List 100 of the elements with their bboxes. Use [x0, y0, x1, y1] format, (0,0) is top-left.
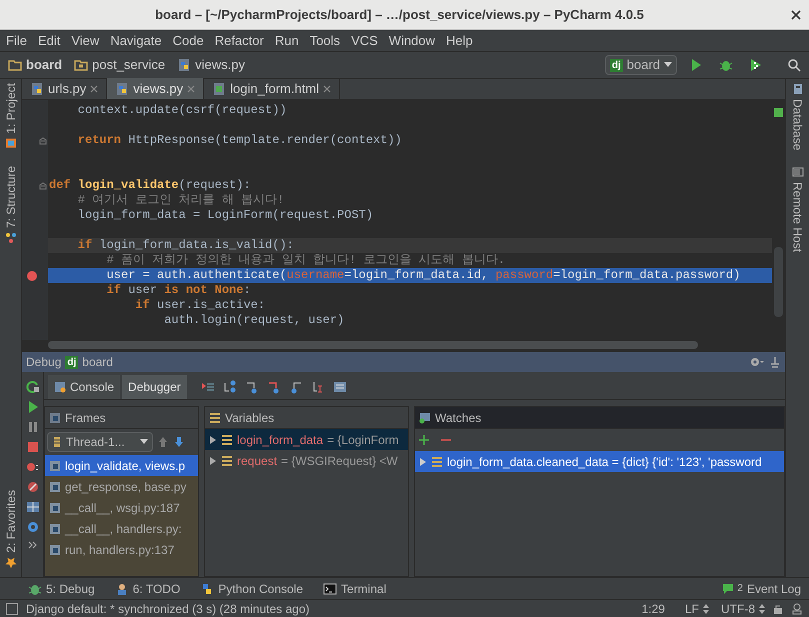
variable-row[interactable]: request = {WSGIRequest} <W	[205, 450, 408, 471]
down-arrow-icon[interactable]	[173, 436, 185, 448]
status-message: Django default: * synchronized (3 s) (28 minutes ago)	[26, 600, 310, 617]
inspector-icon[interactable]	[791, 602, 803, 614]
frame-item[interactable]: run, handlers.py:137	[45, 539, 198, 560]
run-configuration-dropdown[interactable]: dj board	[604, 55, 677, 75]
chevron-icon[interactable]	[28, 540, 38, 550]
frame-item[interactable]: login_validate, views.p	[45, 455, 198, 476]
tool-window-button[interactable]: Python Console	[200, 580, 304, 598]
menu-item[interactable]: View	[71, 30, 100, 50]
tool-window-button[interactable]: Database	[784, 83, 809, 150]
python-file-icon	[177, 58, 192, 72]
add-icon[interactable]	[419, 435, 429, 445]
tool-window-button[interactable]: 7: Structure	[0, 166, 24, 244]
mute-breakpoints-icon[interactable]	[26, 480, 40, 494]
gear-icon[interactable]	[749, 356, 765, 368]
caret-position[interactable]: 1:29	[642, 600, 665, 617]
expand-arrow-icon[interactable]	[209, 434, 217, 444]
frame-item[interactable]: __call__, wsgi.py:187	[45, 497, 198, 518]
menu-item[interactable]: Refactor	[214, 30, 264, 50]
layout-icon[interactable]	[26, 500, 40, 514]
event-log-button[interactable]: 2 Event Log	[723, 580, 801, 598]
menu-item[interactable]: File	[6, 30, 27, 50]
run-icon[interactable]	[689, 58, 703, 72]
breadcrumb[interactable]: views.py	[177, 55, 253, 75]
thread-dropdown[interactable]: Thread-1...	[47, 432, 153, 452]
tool-window-button[interactable]: 2: Favorites	[0, 490, 24, 569]
menu-item[interactable]: Code	[172, 30, 204, 50]
frame-item[interactable]: get_response, base.py	[45, 476, 198, 497]
window-title: board – [~/PycharmProjects/board] – …/post_service/views.py – PyCharm 4.0.5	[154, 6, 645, 24]
step-out-icon[interactable]	[288, 380, 303, 394]
code-line: # 여기서 로그인 처리를 해 봅시다!	[76, 193, 284, 208]
close-icon[interactable]	[791, 10, 801, 20]
tool-window-button[interactable]: Terminal	[323, 580, 386, 598]
variable-row[interactable]: login_form_data = {LoginForm	[205, 429, 408, 450]
breadcrumb[interactable]: board	[8, 55, 70, 75]
code-line: user = auth.authenticate(username=login_form_data.id, password=login_form_data.password)	[106, 268, 740, 283]
tool-window-button[interactable]: 1: Project	[0, 83, 24, 150]
menu-item[interactable]: Edit	[38, 30, 60, 50]
expand-arrow-icon[interactable]	[419, 456, 427, 466]
gear-icon[interactable]	[26, 520, 40, 534]
panel-toggle-icon[interactable]	[6, 602, 18, 614]
structure-icon	[4, 232, 16, 244]
code-line: # 폼이 저희가 정의한 내용과 일치 합니다! 로그인을 시도해 봅니다.	[106, 253, 506, 268]
menu-item[interactable]: Run	[274, 30, 299, 50]
bug-icon[interactable]	[719, 58, 733, 72]
force-step-into-icon[interactable]	[266, 380, 281, 394]
menu-item[interactable]: VCS	[351, 30, 378, 50]
configuration-name: board	[82, 354, 113, 371]
html-file-icon	[212, 82, 226, 96]
code-line: auth.login(request, user)	[163, 313, 344, 328]
pin-icon[interactable]	[769, 356, 781, 368]
menu-item[interactable]: Navigate	[110, 30, 162, 50]
step-into-icon[interactable]	[244, 380, 259, 394]
menu-item[interactable]: Help	[446, 30, 473, 50]
fold-icon[interactable]	[39, 136, 47, 144]
up-arrow-icon[interactable]	[157, 436, 169, 448]
console-icon	[54, 381, 66, 393]
folder-icon	[8, 58, 22, 72]
menu-item[interactable]: Window	[388, 30, 436, 50]
django-badge: dj	[610, 58, 623, 72]
package-icon	[74, 58, 88, 72]
debug-tab[interactable]: Debugger	[122, 375, 187, 399]
menu-item[interactable]: Tools	[310, 30, 340, 50]
evaluate-icon[interactable]	[332, 380, 347, 394]
search-icon[interactable]	[787, 58, 801, 72]
terminal-icon	[323, 582, 338, 596]
fold-icon[interactable]	[39, 182, 47, 190]
run-to-cursor-icon[interactable]	[310, 380, 325, 394]
debug-tab[interactable]: Console	[48, 375, 120, 399]
tool-window-button[interactable]: 5: Debug	[28, 580, 95, 598]
tool-window-button[interactable]: 6: TODO	[114, 580, 180, 598]
panel-title: Watches	[435, 410, 482, 426]
breakpoint-icon[interactable]	[26, 270, 38, 282]
frame-icon	[49, 480, 61, 492]
code-line: def login_validate(request):	[48, 178, 251, 193]
watch-row[interactable]: login_form_data.cleaned_data = {dict} {'id': '123', 'password	[415, 451, 784, 472]
code-line: if login_form_data.is_valid():	[76, 238, 294, 253]
tool-window-button[interactable]: Remote Host	[784, 166, 809, 252]
thread-icon	[52, 436, 62, 448]
panel-title: Variables	[225, 410, 274, 426]
expand-arrow-icon[interactable]	[209, 456, 217, 466]
vertical-scrollbar-thumb	[774, 247, 783, 317]
panel-title: Debug	[26, 354, 62, 371]
frame-item[interactable]: __call__, handlers.py:	[45, 518, 198, 539]
line-separator[interactable]: LF	[672, 600, 709, 617]
breadcrumb[interactable]: post_service	[74, 55, 174, 75]
watches-icon	[419, 412, 431, 424]
step-over-icon[interactable]	[222, 380, 237, 394]
frame-icon	[49, 502, 61, 514]
frame-icon	[49, 544, 61, 556]
coverage-icon[interactable]	[749, 58, 763, 72]
encoding[interactable]: UTF-8	[717, 600, 765, 617]
stop-icon[interactable]	[26, 440, 40, 454]
lock-icon[interactable]	[773, 604, 783, 614]
editor-tab[interactable]: views.py	[107, 78, 204, 99]
python-file-icon	[30, 82, 44, 96]
breakpoints-icon[interactable]	[26, 460, 40, 474]
editor-tab[interactable]: login_form.html	[204, 78, 340, 99]
rerun-icon[interactable]	[26, 380, 40, 394]
